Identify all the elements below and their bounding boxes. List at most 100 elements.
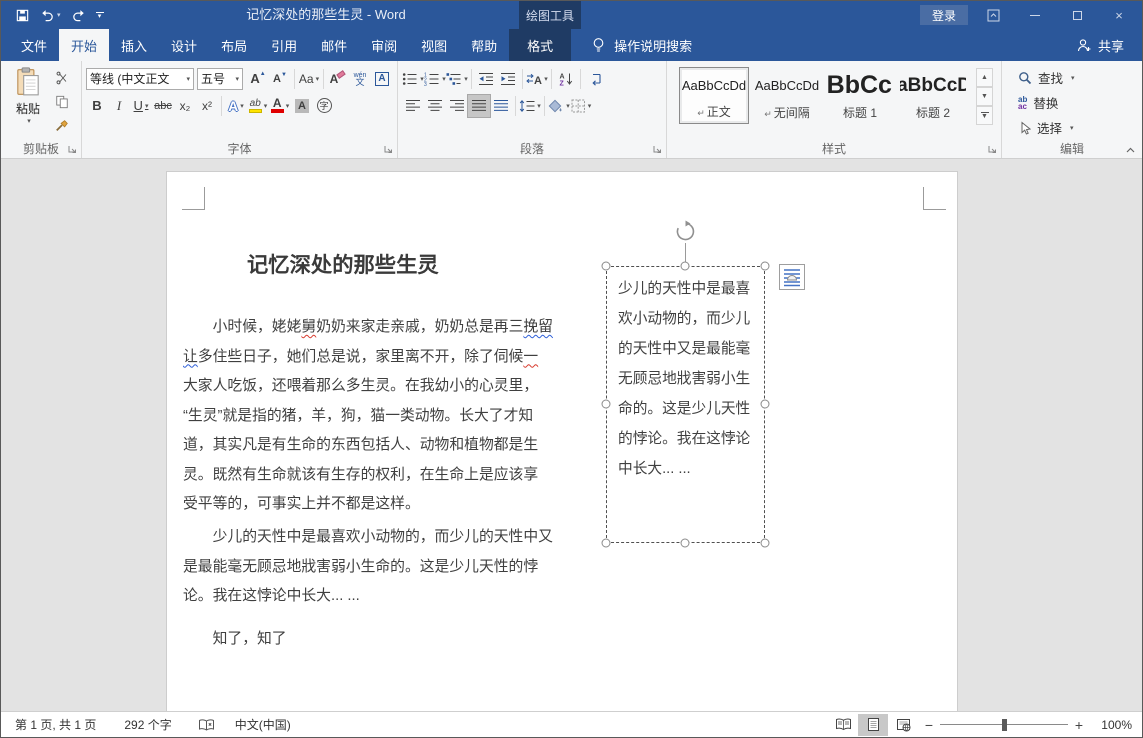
bullets-button[interactable]: ▾ (402, 68, 424, 90)
tell-me-search[interactable]: 操作说明搜索 (591, 29, 692, 61)
distribute-button[interactable] (490, 95, 512, 117)
style-scroll-down-button[interactable]: ▼ (976, 87, 993, 106)
customize-qat-button[interactable]: ▾ (96, 1, 104, 29)
document-heading[interactable]: 记忆深处的那些生灵 (247, 250, 439, 280)
justify-button[interactable] (468, 95, 490, 117)
text-line[interactable]: 小时候，姥姥舅奶奶来家走亲戚，奶奶总是再三挽留 (183, 313, 573, 343)
handle-bottom-center[interactable] (681, 539, 690, 548)
copy-button[interactable] (51, 91, 73, 113)
text-box-line[interactable]: 的悖论。我在这悖论 (618, 424, 764, 454)
close-button[interactable]: × (1102, 3, 1136, 27)
undo-button[interactable]: ▾ (40, 1, 61, 29)
strikethrough-button[interactable]: abc (152, 95, 174, 117)
font-dialog-launcher[interactable] (383, 144, 394, 155)
style-gallery-more-button[interactable]: ▼ (976, 106, 993, 125)
grow-font-button[interactable]: A▲ (247, 68, 269, 90)
style-card-标题 1[interactable]: AaBbCcDd标题 1 (825, 67, 895, 124)
shrink-font-button[interactable]: A▼ (269, 68, 291, 90)
paste-button[interactable]: 粘贴 ▾ (5, 65, 51, 137)
select-button[interactable]: 选择 ▾ (1006, 115, 1138, 140)
text-line[interactable]: 少儿的天性中是最喜欢小动物的，而少儿的天性中又 (183, 523, 573, 553)
multilevel-list-button[interactable]: ▾ (446, 68, 468, 90)
phonetic-guide-button[interactable]: wén 文 (349, 68, 371, 90)
line-spacing-button[interactable]: ▾ (519, 95, 541, 117)
handle-middle-right[interactable] (761, 400, 770, 409)
document-page[interactable]: 记忆深处的那些生灵 小时候，姥姥舅奶奶来家走亲戚，奶奶总是再三挽留让多住些日子，… (166, 171, 958, 711)
text-line[interactable]: 大家人吃饭，还喂着那么多生灵。在我幼小的心灵里， (183, 372, 573, 402)
paragraph[interactable]: 小时候，姥姥舅奶奶来家走亲戚，奶奶总是再三挽留让多住些日子，她们总是说，家里离不… (183, 313, 573, 520)
text-line[interactable]: 论。我在这悖论中长大... ... (183, 582, 573, 612)
text-line[interactable]: 是最能毫无顾忌地戕害弱小生命的。这是少儿天性的悖 (183, 553, 573, 583)
paragraph[interactable]: 知了，知了 (183, 625, 573, 655)
zoom-in-button[interactable]: + (1068, 717, 1090, 733)
save-button[interactable] (15, 1, 30, 29)
text-line[interactable]: 灵。既然有生命就该有生存的权利，在生命上是应该享 (183, 461, 573, 491)
handle-middle-left[interactable] (602, 400, 611, 409)
text-box-line[interactable]: 欢小动物的，而少儿 (618, 304, 764, 334)
increase-indent-button[interactable] (497, 68, 519, 90)
text-line[interactable]: “生灵”就是指的猪，羊，狗，猫一类动物。长大了才知 (183, 402, 573, 432)
handle-bottom-right[interactable] (761, 539, 770, 548)
tab-视图[interactable]: 视图 (409, 29, 459, 61)
find-button[interactable]: 查找 ▾ (1006, 65, 1138, 90)
tab-开始[interactable]: 开始 (59, 29, 109, 61)
read-mode-button[interactable] (828, 714, 858, 736)
collapse-ribbon-button[interactable] (1125, 146, 1136, 154)
decrease-indent-button[interactable] (475, 68, 497, 90)
italic-button[interactable]: I (108, 95, 130, 117)
zoom-out-button[interactable]: − (918, 717, 940, 733)
styles-dialog-launcher[interactable] (987, 144, 998, 155)
text-box[interactable]: 少儿的天性中是最喜欢小动物的，而少儿的天性中又是最能毫无顾忌地戕害弱小生命的。这… (606, 266, 765, 543)
clipboard-dialog-launcher[interactable] (67, 144, 78, 155)
numbering-button[interactable]: 123 ▾ (424, 68, 446, 90)
text-box-line[interactable]: 中长大... ... (618, 454, 764, 484)
cut-button[interactable] (51, 67, 73, 89)
zoom-slider[interactable] (940, 718, 1068, 732)
word-count-status[interactable]: 292 个字 (124, 716, 171, 733)
clear-formatting-button[interactable]: A (327, 68, 349, 90)
web-layout-button[interactable] (888, 714, 918, 736)
underline-button[interactable]: U▾ (130, 95, 152, 117)
font-size-combo[interactable]: 五号▾ (197, 68, 243, 90)
tab-邮件[interactable]: 邮件 (309, 29, 359, 61)
tab-引用[interactable]: 引用 (259, 29, 309, 61)
text-box-line[interactable]: 少儿的天性中是最喜 (618, 274, 764, 304)
subscript-button[interactable]: x₂ (174, 95, 196, 117)
tab-插入[interactable]: 插入 (109, 29, 159, 61)
handle-top-right[interactable] (761, 262, 770, 271)
asian-layout-button[interactable]: A ▾ (526, 68, 548, 90)
zoom-level[interactable]: 100% (1090, 718, 1132, 732)
text-box-line[interactable]: 的天性中又是最能毫 (618, 334, 764, 364)
handle-bottom-left[interactable] (602, 539, 611, 548)
tab-文件[interactable]: 文件 (9, 29, 59, 61)
handle-top-center[interactable] (681, 262, 690, 271)
style-card-无间隔[interactable]: AaBbCcDd↵无间隔 (752, 67, 822, 124)
page-number-status[interactable]: 第 1 页, 共 1 页 (15, 716, 96, 733)
tab-审阅[interactable]: 审阅 (359, 29, 409, 61)
text-line[interactable]: 知了，知了 (183, 625, 573, 655)
language-status[interactable]: 中文(中国) (235, 716, 291, 733)
text-box-line[interactable]: 命的。这是少儿天性 (618, 394, 764, 424)
maximize-button[interactable] (1060, 3, 1094, 27)
replace-button[interactable]: ab ac 替换 (1006, 90, 1138, 115)
share-button[interactable]: 共享 (1076, 29, 1124, 61)
print-layout-button[interactable] (858, 714, 888, 736)
text-box-text[interactable]: 少儿的天性中是最喜欢小动物的，而少儿的天性中又是最能毫无顾忌地戕害弱小生命的。这… (607, 267, 764, 484)
character-shading-button[interactable]: A (291, 95, 313, 117)
minimize-button[interactable] (1018, 3, 1052, 27)
handle-top-left[interactable] (602, 262, 611, 271)
format-painter-button[interactable] (51, 115, 73, 137)
style-card-标题 2[interactable]: AaBbCcDd标题 2 (898, 67, 968, 124)
sort-button[interactable]: AZ (555, 68, 577, 90)
rotation-handle[interactable] (674, 220, 697, 243)
paragraph-dialog-launcher[interactable] (652, 144, 663, 155)
zoom-slider-thumb[interactable] (1002, 719, 1007, 731)
text-line[interactable]: 让多住些日子，她们总是说，家里离不开，除了伺候一 (183, 343, 573, 373)
layout-options-button[interactable] (779, 264, 805, 290)
style-scroll-up-button[interactable]: ▲ (976, 68, 993, 87)
superscript-button[interactable]: x² (196, 95, 218, 117)
paragraph[interactable]: 少儿的天性中是最喜欢小动物的，而少儿的天性中又是最能毫无顾忌地戕害弱小生命的。这… (183, 523, 573, 612)
ribbon-display-options-button[interactable] (976, 3, 1010, 27)
proofing-status[interactable] (198, 718, 215, 732)
text-box-line[interactable]: 无顾忌地戕害弱小生 (618, 364, 764, 394)
